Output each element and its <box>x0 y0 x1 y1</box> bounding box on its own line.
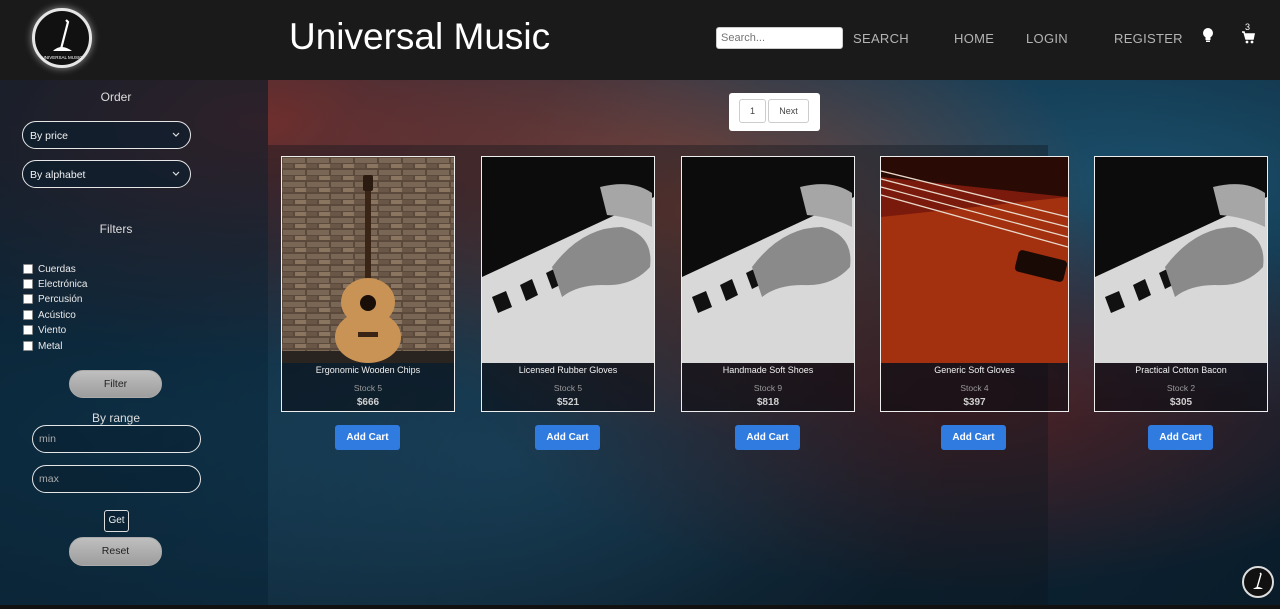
product-card[interactable]: Practical Cotton Bacon Stock 2 $305 <box>1094 156 1268 412</box>
add-cart-button[interactable]: Add Cart <box>1148 425 1213 450</box>
search-input[interactable] <box>716 27 843 49</box>
filter-checkbox[interactable] <box>23 279 33 289</box>
order-by-alphabet-label: By alphabet <box>30 169 86 181</box>
product-name: Licensed Rubber Gloves <box>518 365 618 375</box>
filter-checkbox[interactable] <box>23 264 33 274</box>
next-page-button[interactable]: Next <box>768 99 809 123</box>
order-by-alphabet-select[interactable]: By alphabet <box>22 160 191 188</box>
chevron-down-icon <box>172 132 180 137</box>
product-name: Generic Soft Gloves <box>934 365 1015 375</box>
bottom-strip <box>0 605 1280 609</box>
filter-label: Cuerdas <box>38 263 76 275</box>
product-stock: Stock 9 <box>753 383 783 393</box>
filter-checkbox[interactable] <box>23 341 33 351</box>
piano-hands-image <box>682 157 854 363</box>
sidebar: Order By price By alphabet Filters Cuerd… <box>0 80 268 609</box>
add-cart-button[interactable]: Add Cart <box>335 425 400 450</box>
min-price-input[interactable] <box>32 425 201 453</box>
product-price: $305 <box>1169 397 1193 408</box>
page-1-button[interactable]: 1 <box>739 99 766 123</box>
filter-label: Metal <box>38 340 63 352</box>
chevron-down-icon <box>172 171 180 176</box>
filter-checkbox[interactable] <box>23 310 33 320</box>
product-price: $818 <box>756 397 780 408</box>
filter-option[interactable]: Cuerdas <box>23 262 76 276</box>
order-by-price-label: By price <box>30 130 68 142</box>
reset-button[interactable]: Reset <box>69 537 162 566</box>
nav-register[interactable]: REGISTER <box>1114 31 1183 46</box>
add-cart-button[interactable]: Add Cart <box>535 425 600 450</box>
footer-logo-icon[interactable] <box>1242 566 1274 598</box>
product-name: Handmade Soft Shoes <box>722 365 814 375</box>
product-price: $666 <box>356 397 380 408</box>
filters-title: Filters <box>99 222 133 236</box>
filter-checkbox[interactable] <box>23 325 33 335</box>
filter-label: Acústico <box>38 309 76 321</box>
product-card[interactable]: Handmade Soft Shoes Stock 9 $818 <box>681 156 855 412</box>
pagination: 1 Next <box>729 93 820 131</box>
lightbulb-icon[interactable] <box>1201 27 1215 48</box>
add-cart-button[interactable]: Add Cart <box>735 425 800 450</box>
filter-label: Electrónica <box>38 278 88 290</box>
filter-option[interactable]: Percusión <box>23 292 82 306</box>
search-button[interactable]: SEARCH <box>853 31 909 46</box>
product-stock: Stock 5 <box>553 383 583 393</box>
product-price: $397 <box>963 397 986 408</box>
range-title: By range <box>91 411 141 425</box>
top-navbar: UNIVERSAL MUSIC Universal Music SEARCH H… <box>0 0 1280 80</box>
piano-hands-image <box>482 157 654 363</box>
filter-label: Viento <box>38 324 67 336</box>
shopping-cart-icon[interactable] <box>1241 31 1255 49</box>
acoustic-guitar-image <box>282 157 454 363</box>
product-stock: Stock 4 <box>960 383 989 393</box>
filter-button[interactable]: Filter <box>69 370 162 398</box>
product-price: $521 <box>556 397 580 408</box>
nav-home[interactable]: HOME <box>954 31 994 46</box>
filter-label: Percusión <box>38 293 83 305</box>
order-title: Order <box>100 90 132 104</box>
site-title: Universal Music <box>289 16 551 57</box>
max-price-input[interactable] <box>32 465 201 493</box>
product-card[interactable]: Ergonomic Wooden Chips Stock 5 $666 <box>281 156 455 412</box>
filter-checkbox[interactable] <box>23 294 33 304</box>
product-card[interactable]: Licensed Rubber Gloves Stock 5 $521 <box>481 156 655 412</box>
order-by-price-select[interactable]: By price <box>22 121 191 149</box>
svg-text:UNIVERSAL MUSIC: UNIVERSAL MUSIC <box>41 55 83 60</box>
product-stock: Stock 2 <box>1166 383 1196 393</box>
product-name: Ergonomic Wooden Chips <box>315 365 421 375</box>
filter-option[interactable]: Acústico <box>23 308 76 322</box>
nav-login[interactable]: LOGIN <box>1026 31 1068 46</box>
filter-option[interactable]: Viento <box>23 323 66 337</box>
product-card[interactable]: Generic Soft Gloves Stock 4 $397 <box>880 156 1069 412</box>
filter-option[interactable]: Electrónica <box>23 277 87 291</box>
product-stock: Stock 5 <box>353 383 383 393</box>
product-name: Practical Cotton Bacon <box>1135 365 1227 375</box>
universal-music-logo[interactable]: UNIVERSAL MUSIC <box>32 8 92 68</box>
get-range-button[interactable]: Get <box>104 510 129 532</box>
electric-bass-strings-image <box>881 157 1068 363</box>
add-cart-button[interactable]: Add Cart <box>941 425 1006 450</box>
filter-option[interactable]: Metal <box>23 339 62 353</box>
piano-hands-image <box>1095 157 1267 363</box>
